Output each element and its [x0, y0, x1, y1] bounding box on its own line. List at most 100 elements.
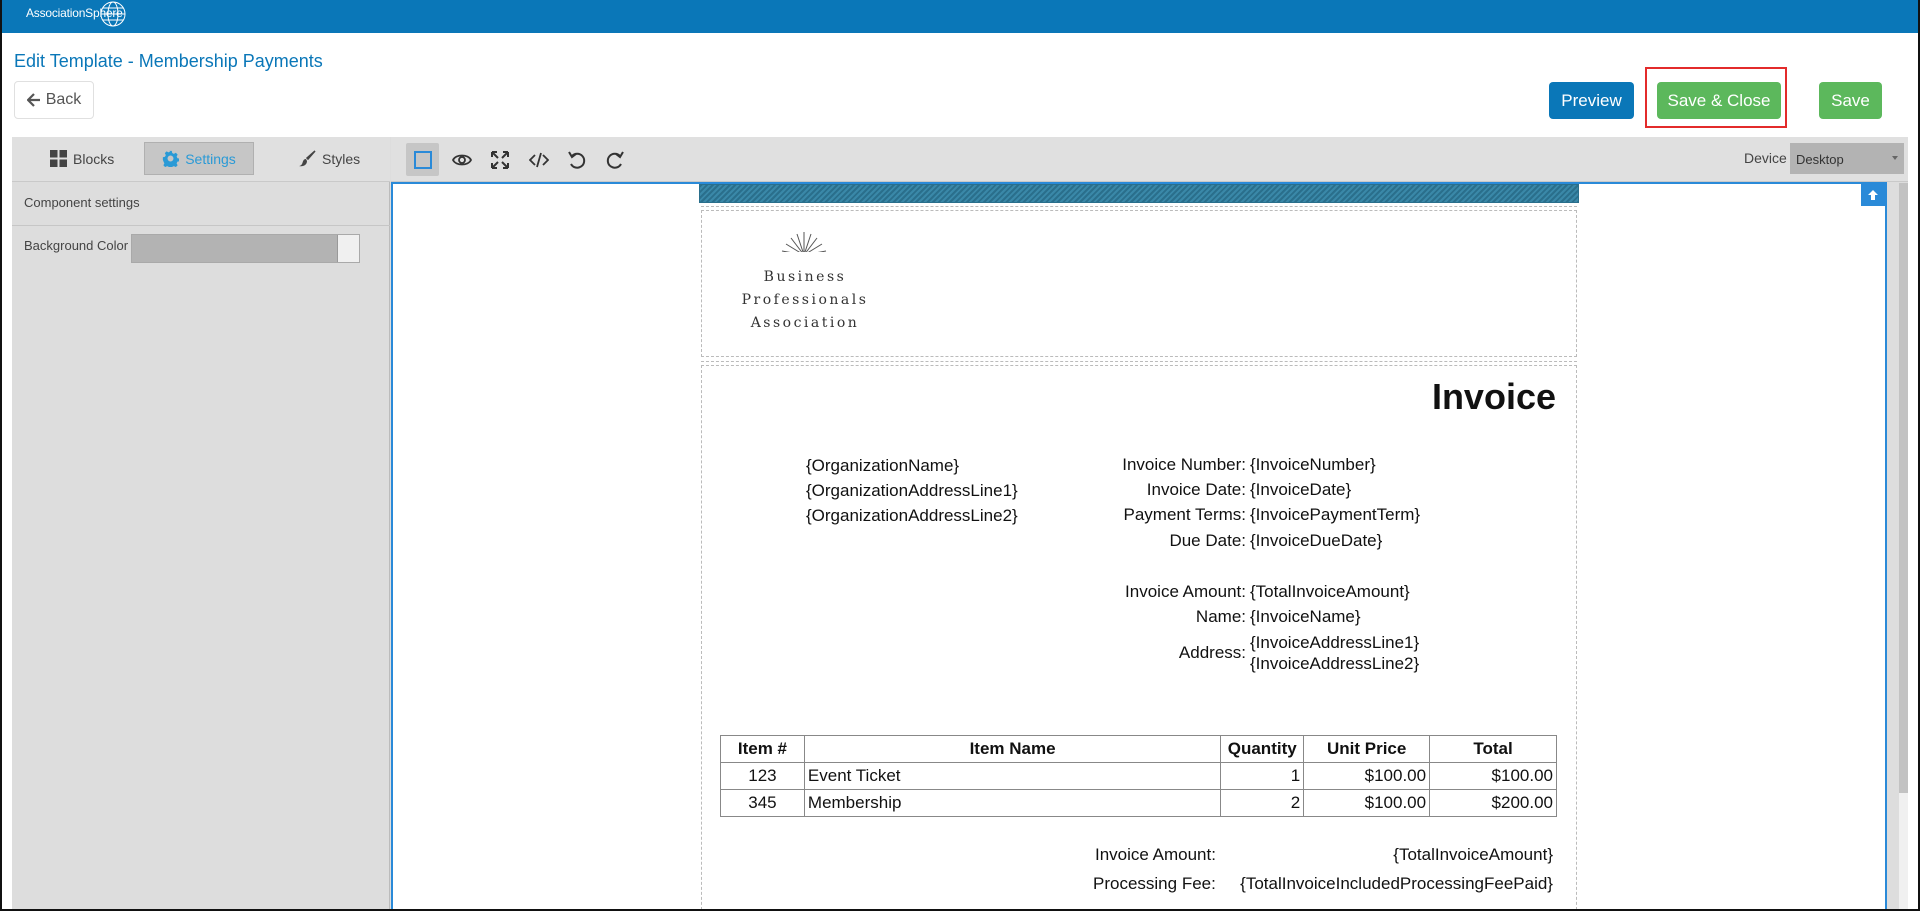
tab-styles[interactable]: Styles [289, 142, 370, 175]
org-line: {OrganizationAddressLine2} [806, 506, 1018, 525]
address-label: Address: [1178, 643, 1246, 662]
table-cell: $200.00 [1429, 789, 1557, 817]
panel-tabs: Blocks Settings Styles [12, 137, 390, 182]
window-border [0, 0, 2, 911]
table-row: 123 Event Ticket 1 $100.00 $100.00 [720, 762, 1557, 790]
organization-block: {OrganizationName} {OrganizationAddressL… [806, 453, 1018, 528]
column-header: Quantity [1220, 735, 1305, 763]
grid-icon [50, 150, 67, 167]
component-settings-heading: Component settings [24, 195, 140, 210]
canvas-scrollbar[interactable] [1899, 183, 1908, 911]
invoice-amount-label: Invoice Amount: [1125, 582, 1246, 601]
brand-bar: AssociationSphere [0, 0, 1920, 33]
save-close-button[interactable]: Save & Close [1657, 82, 1781, 119]
org-line: {OrganizationAddressLine1} [806, 481, 1018, 500]
tab-settings[interactable]: Settings [144, 142, 254, 175]
table-cell: 1 [1220, 762, 1305, 790]
fullscreen-icon [490, 150, 509, 169]
invoice-number-value: {InvoiceNumber} [1250, 455, 1376, 474]
table-row: 345 Membership 2 $100.00 $200.00 [720, 789, 1557, 817]
save-button[interactable]: Save [1819, 82, 1882, 119]
table-cell: 123 [720, 762, 805, 790]
globe-icon [100, 1, 126, 27]
table-cell: $100.00 [1303, 762, 1431, 790]
chevron-down-icon [1892, 156, 1898, 160]
select-frame-button[interactable] [406, 143, 439, 176]
summary-processing-fee-value: {TotalInvoiceIncludedProcessingFeePaid} [1240, 874, 1553, 893]
canvas-toolbar: Device Desktop [391, 137, 1908, 182]
table-cell: 345 [720, 789, 805, 817]
paintbrush-icon [299, 150, 316, 167]
address-line: {InvoiceAddressLine1} [1250, 633, 1420, 652]
org-line: {OrganizationName} [806, 456, 960, 475]
redo-button[interactable] [598, 143, 631, 176]
settings-panel: Component settings Background Color [12, 182, 390, 911]
divider [701, 361, 1577, 362]
column-header: Item # [720, 735, 805, 763]
page-title: Edit Template - Membership Payments [14, 51, 323, 71]
summary-invoice-amount-label: Invoice Amount: [1095, 845, 1216, 864]
summary-processing-fee-label: Processing Fee: [1093, 874, 1216, 893]
device-select-value: Desktop [1796, 152, 1844, 167]
name-value: {InvoiceName} [1250, 607, 1361, 626]
preview-button[interactable]: Preview [1549, 82, 1634, 119]
select-frame-icon [413, 150, 432, 169]
background-color-label: Background Color [24, 238, 129, 253]
redo-icon [606, 150, 624, 169]
column-header: Total [1429, 735, 1557, 763]
code-icon [528, 152, 549, 167]
invoice-amount-value: {TotalInvoiceAmount} [1250, 582, 1410, 601]
table-cell: $100.00 [1303, 789, 1431, 817]
scrollbar-thumb[interactable] [1899, 183, 1908, 793]
table-cell: Event Ticket [803, 762, 1222, 790]
name-label: Name: [1195, 607, 1246, 626]
background-color-input[interactable] [131, 234, 360, 263]
select-parent-button[interactable] [1861, 184, 1885, 206]
logo-line: Business [763, 269, 847, 285]
back-button[interactable]: Back [14, 81, 94, 119]
device-label: Device [1744, 150, 1787, 166]
logo-line: Professionals [741, 292, 869, 308]
column-header: Unit Price [1303, 735, 1431, 763]
invoice-date-value: {InvoiceDate} [1250, 480, 1352, 499]
header-stripe-block[interactable] [699, 184, 1579, 203]
due-date-value: {InvoiceDueDate} [1250, 531, 1383, 550]
payment-terms-value: {InvoicePaymentTerm} [1250, 505, 1421, 524]
invoice-block[interactable] [701, 365, 1577, 911]
address-value: {InvoiceAddressLine1} {InvoiceAddressLin… [1250, 632, 1419, 674]
column-header: Item Name [803, 735, 1222, 763]
items-table: Item # Item Name Quantity Unit Price Tot… [720, 735, 1557, 817]
summary-invoice-amount-value: {TotalInvoiceAmount} [1393, 845, 1553, 864]
due-date-label: Due Date: [1169, 531, 1246, 550]
undo-icon [567, 150, 585, 169]
arrow-left-icon [26, 93, 40, 107]
table-header-row: Item # Item Name Quantity Unit Price Tot… [720, 735, 1557, 763]
logo-line: Association [750, 315, 860, 331]
gear-icon [163, 150, 180, 167]
arrow-up-icon [1868, 190, 1878, 200]
invoice-date-label: Invoice Date: [1146, 480, 1246, 499]
sunburst-logo-icon [778, 232, 830, 256]
fullscreen-button[interactable] [483, 143, 516, 176]
invoice-number-label: Invoice Number: [1122, 455, 1246, 474]
undo-button[interactable] [560, 143, 593, 176]
device-select[interactable]: Desktop [1790, 143, 1904, 174]
address-line: {InvoiceAddressLine2} [1250, 654, 1420, 673]
tab-styles-label: Styles [322, 150, 361, 167]
divider [12, 225, 390, 226]
code-view-button[interactable] [522, 143, 555, 176]
payment-terms-label: Payment Terms: [1123, 505, 1246, 524]
preview-eye-button[interactable] [445, 143, 478, 176]
eye-icon [451, 154, 472, 165]
table-cell: Membership [803, 789, 1222, 817]
tab-blocks[interactable]: Blocks [40, 142, 124, 175]
divider [701, 206, 1577, 207]
table-cell: 2 [1220, 789, 1305, 817]
tab-blocks-label: Blocks [73, 150, 115, 167]
invoice-title: Invoice [1431, 376, 1556, 417]
tab-settings-label: Settings [185, 150, 236, 167]
table-cell: $100.00 [1429, 762, 1557, 790]
back-button-label: Back [45, 91, 82, 108]
logo-text: Business Professionals Association [730, 266, 880, 335]
color-swatch[interactable] [337, 235, 359, 262]
